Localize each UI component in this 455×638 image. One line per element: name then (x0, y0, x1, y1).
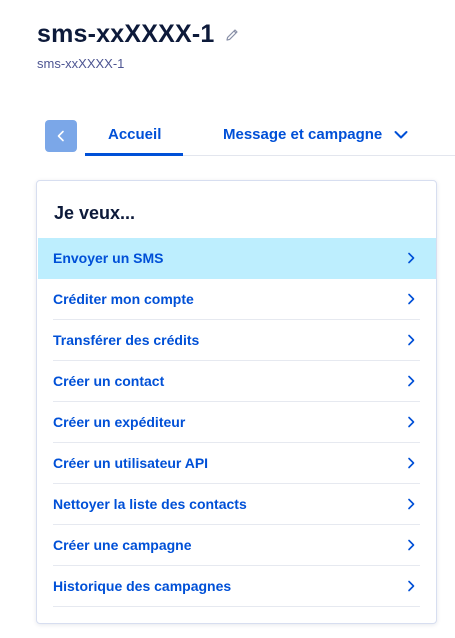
chevron-right-icon (408, 334, 415, 346)
chevron-right-icon (408, 375, 415, 387)
action-creer-contact[interactable]: Créer un contact (38, 361, 436, 402)
action-label: Nettoyer la liste des contacts (53, 496, 247, 512)
title-row: sms-xxXXXX-1 (37, 18, 241, 50)
action-label: Créer un expéditeur (53, 414, 186, 430)
card-title: Je veux... (54, 203, 136, 223)
chevron-right-icon (408, 293, 415, 305)
pencil-icon[interactable] (223, 26, 241, 44)
action-label: Envoyer un SMS (53, 250, 164, 266)
tab-accueil[interactable]: Accueil (108, 126, 161, 143)
action-nettoyer-contacts[interactable]: Nettoyer la liste des contacts (38, 484, 436, 525)
page-subtitle: sms-xxXXXX-1 (37, 56, 125, 71)
quick-actions-card: Je veux... Envoyer un SMS Créditer mon c… (36, 180, 437, 624)
action-historique-campagnes[interactable]: Historique des campagnes (38, 566, 436, 607)
row-divider (53, 606, 420, 607)
action-creer-utilisateur-api[interactable]: Créer un utilisateur API (38, 443, 436, 484)
action-label: Transférer des crédits (53, 332, 200, 348)
chevron-right-icon (408, 539, 415, 551)
action-envoyer-sms[interactable]: Envoyer un SMS (38, 238, 436, 279)
action-label: Historique des campagnes (53, 578, 232, 594)
action-label: Créer un contact (53, 373, 165, 389)
action-crediter-compte[interactable]: Créditer mon compte (38, 279, 436, 320)
action-label: Créer un utilisateur API (53, 455, 209, 471)
tab-message-campagne[interactable]: Message et campagne (223, 126, 408, 143)
action-creer-campagne[interactable]: Créer une campagne (38, 525, 436, 566)
action-label: Créditer mon compte (53, 291, 194, 307)
chevron-left-icon (57, 130, 64, 142)
action-transferer-credits[interactable]: Transférer des crédits (38, 320, 436, 361)
active-tab-indicator (85, 153, 183, 156)
page-header: sms-xxXXXX-1 sms-xxXXXX-1 (37, 18, 241, 71)
chevron-down-icon (394, 130, 408, 138)
chevron-right-icon (408, 580, 415, 592)
chevron-right-icon (408, 498, 415, 510)
tab-bar: Accueil Message et campagne (45, 118, 455, 158)
tab-message-campagne-label: Message et campagne (223, 126, 383, 143)
chevron-right-icon (408, 416, 415, 428)
action-label: Créer une campagne (53, 537, 192, 553)
action-list: Envoyer un SMS Créditer mon compte Trans… (38, 238, 436, 607)
page-title: sms-xxXXXX-1 (37, 20, 215, 48)
chevron-right-icon (408, 457, 415, 469)
action-creer-expediteur[interactable]: Créer un expéditeur (38, 402, 436, 443)
page: sms-xxXXXX-1 sms-xxXXXX-1 Accueil Messag… (0, 0, 455, 638)
chevron-right-icon (408, 252, 415, 264)
back-button[interactable] (45, 120, 77, 152)
